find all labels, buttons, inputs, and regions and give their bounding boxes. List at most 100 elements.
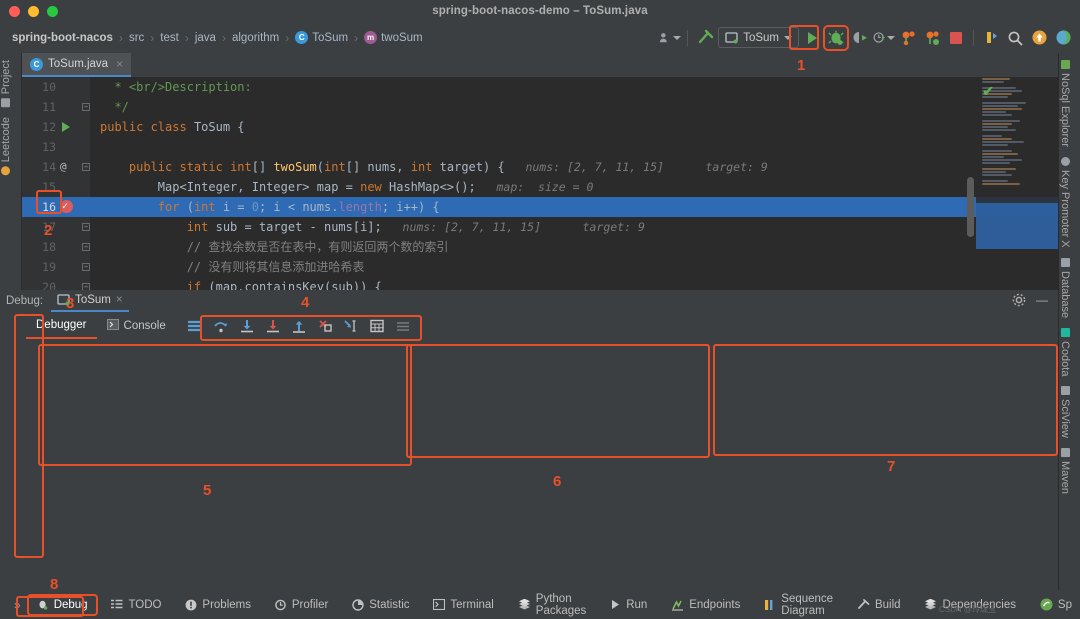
step-into-icon[interactable]	[236, 316, 258, 337]
fold-marker-icon[interactable]: −	[82, 223, 90, 231]
code-line[interactable]: 10 * <br/>Description:	[22, 77, 1058, 97]
code-lines: 10 * <br/>Description:11− */12public cla…	[22, 77, 1058, 290]
breadcrumb-item-java[interactable]: java	[193, 32, 218, 44]
bookmark-icon[interactable]	[980, 27, 1002, 49]
minimize-icon[interactable]: —	[1036, 293, 1048, 310]
statusbar-item-terminal[interactable]: Terminal	[425, 596, 501, 614]
toolbar-divider	[973, 30, 974, 46]
breadcrumb[interactable]: spring-boot-nacos › src › test › java › …	[0, 31, 425, 45]
tab-console[interactable]: Console	[97, 313, 176, 339]
statusbar-item-python-packages[interactable]: Python Packages	[510, 590, 595, 619]
sidebar-item-key-promoter[interactable]: Key Promoter X	[1059, 152, 1071, 253]
title-bar: spring-boot-nacos-demo – ToSum.java	[0, 0, 1080, 22]
inspection-ok-icon: ✔	[982, 83, 994, 100]
coverage-button[interactable]	[849, 27, 871, 49]
breadcrumb-item-class[interactable]: C ToSum	[293, 31, 350, 44]
run-configuration-selector[interactable]: ToSum	[718, 27, 799, 48]
step-tools	[184, 316, 414, 337]
breadcrumb-item-algorithm[interactable]: algorithm	[230, 32, 281, 44]
code-line[interactable]: 12public class ToSum {	[22, 117, 1058, 137]
sidebar-item-nosql-explorer[interactable]: NoSql Explorer	[1059, 55, 1071, 152]
editor-tab-tosum[interactable]: C ToSum.java ×	[22, 53, 131, 77]
fold-marker-icon[interactable]: −	[82, 163, 90, 171]
sidebar-item-database[interactable]: Database	[1059, 253, 1071, 323]
statusbar-item-statistic[interactable]: Statistic	[344, 596, 417, 614]
code-area[interactable]: 10 * <br/>Description:11− */12public cla…	[22, 77, 1058, 290]
breadcrumb-item-method[interactable]: m twoSum	[362, 31, 425, 44]
show-execution-point-icon[interactable]	[184, 316, 206, 337]
minimap-line	[982, 114, 1012, 116]
fold-marker-icon[interactable]: −	[82, 283, 90, 290]
attach-process-icon[interactable]	[921, 27, 943, 49]
run-gutter-icon[interactable]	[62, 122, 70, 132]
annotation-gutter-icon: @	[60, 157, 67, 177]
globe-icon[interactable]	[1052, 27, 1074, 49]
code-line[interactable]: 14@− public static int[] twoSum(int[] nu…	[22, 157, 1058, 177]
editor-scrollbar[interactable]	[967, 177, 974, 237]
tab-debugger[interactable]: Debugger	[26, 313, 97, 339]
fold-marker-icon[interactable]: −	[82, 243, 90, 251]
statusbar-item-sequence-diagram[interactable]: Sequence Diagram	[756, 590, 841, 619]
code-line[interactable]: 11− */	[22, 97, 1058, 117]
statusbar-item-label: Build	[875, 599, 901, 611]
code-line[interactable]: 17− int sub = target - nums[i]; nums: [2…	[22, 217, 1058, 237]
evaluate-expression-icon[interactable]	[366, 316, 388, 337]
sidebar-item-project[interactable]: Project	[0, 55, 12, 112]
debug-session-tab[interactable]: ToSum ×	[51, 290, 129, 312]
statusbar-item-label: Python Packages	[536, 593, 587, 617]
fold-marker-icon[interactable]: −	[82, 263, 90, 271]
breadcrumb-item-test[interactable]: test	[158, 32, 181, 44]
drop-frame-icon[interactable]	[314, 316, 336, 337]
force-step-into-icon[interactable]	[262, 316, 284, 337]
breadcrumb-item-project[interactable]: spring-boot-nacos	[10, 32, 115, 44]
close-icon[interactable]: ×	[116, 294, 123, 306]
breadcrumb-item-src[interactable]: src	[127, 32, 146, 44]
settings-lines-icon[interactable]	[392, 316, 414, 337]
close-icon[interactable]: ×	[116, 57, 123, 71]
statusbar-item-run[interactable]: Run	[602, 596, 655, 614]
debug-button[interactable]	[825, 27, 847, 49]
code-line[interactable]: 16 for (int i = 0; i < nums.length; i++)…	[22, 197, 1058, 217]
breadcrumb-separator: ›	[149, 31, 155, 45]
statusbar-item-debug[interactable]: Debug	[29, 596, 96, 614]
code-line[interactable]: 15 Map<Integer, Integer> map = new HashM…	[22, 177, 1058, 197]
statusbar-item-profiler[interactable]: Profiler	[267, 596, 336, 614]
expand-tool-windows-button[interactable]: »	[14, 598, 27, 612]
step-out-icon[interactable]	[288, 316, 310, 337]
code-token: i =	[223, 200, 252, 214]
statusbar-item-endpoints[interactable]: Endpoints	[663, 596, 748, 614]
fold-marker-icon[interactable]: −	[82, 103, 90, 111]
search-icon[interactable]	[1004, 27, 1026, 49]
method-icon: m	[364, 31, 377, 44]
run-button[interactable]	[801, 27, 823, 49]
minimap-line	[982, 144, 1008, 146]
code-line[interactable]: 18− // 查找余数是否在表中，有则返回两个数的索引	[22, 237, 1058, 257]
sidebar-item-codota[interactable]: Codota	[1059, 323, 1071, 381]
build-hammer-icon[interactable]	[694, 27, 716, 49]
gear-icon[interactable]	[1012, 293, 1026, 310]
stop-button[interactable]	[945, 27, 967, 49]
statusbar-item-problems[interactable]: Problems	[177, 596, 259, 614]
update-icon[interactable]	[1028, 27, 1050, 49]
code-line[interactable]: 19− // 没有则将其信息添加进哈希表	[22, 257, 1058, 277]
code-line[interactable]: 20− if (map.containsKey(sub)) {	[22, 277, 1058, 290]
code-line[interactable]: 13	[22, 137, 1058, 157]
step-over-icon[interactable]	[210, 316, 232, 337]
code-token: * <br/>Description:	[100, 80, 252, 94]
profiler-button[interactable]	[873, 27, 895, 49]
line-number: 13	[22, 137, 56, 157]
statusbar-item-sp[interactable]: Sp	[1032, 595, 1080, 614]
debug-icon	[37, 599, 49, 611]
sidebar-item-sciview[interactable]: SciView	[1059, 381, 1071, 443]
run-to-cursor-icon[interactable]	[340, 316, 362, 337]
breakpoint-icon[interactable]	[60, 200, 73, 213]
statusbar-item-todo[interactable]: TODO	[103, 596, 169, 614]
sidebar-item-leetcode[interactable]: Leetcode	[0, 112, 12, 180]
attach-debugger-icon[interactable]	[897, 27, 919, 49]
statusbar-item-build[interactable]: Build	[849, 595, 909, 614]
editor-minimap[interactable]	[976, 77, 1058, 290]
statusbar-item-label: Sp	[1058, 599, 1072, 611]
minimap-line	[982, 126, 1008, 128]
sidebar-item-maven[interactable]: Maven	[1059, 443, 1071, 499]
profile-user-icon[interactable]	[659, 27, 681, 49]
